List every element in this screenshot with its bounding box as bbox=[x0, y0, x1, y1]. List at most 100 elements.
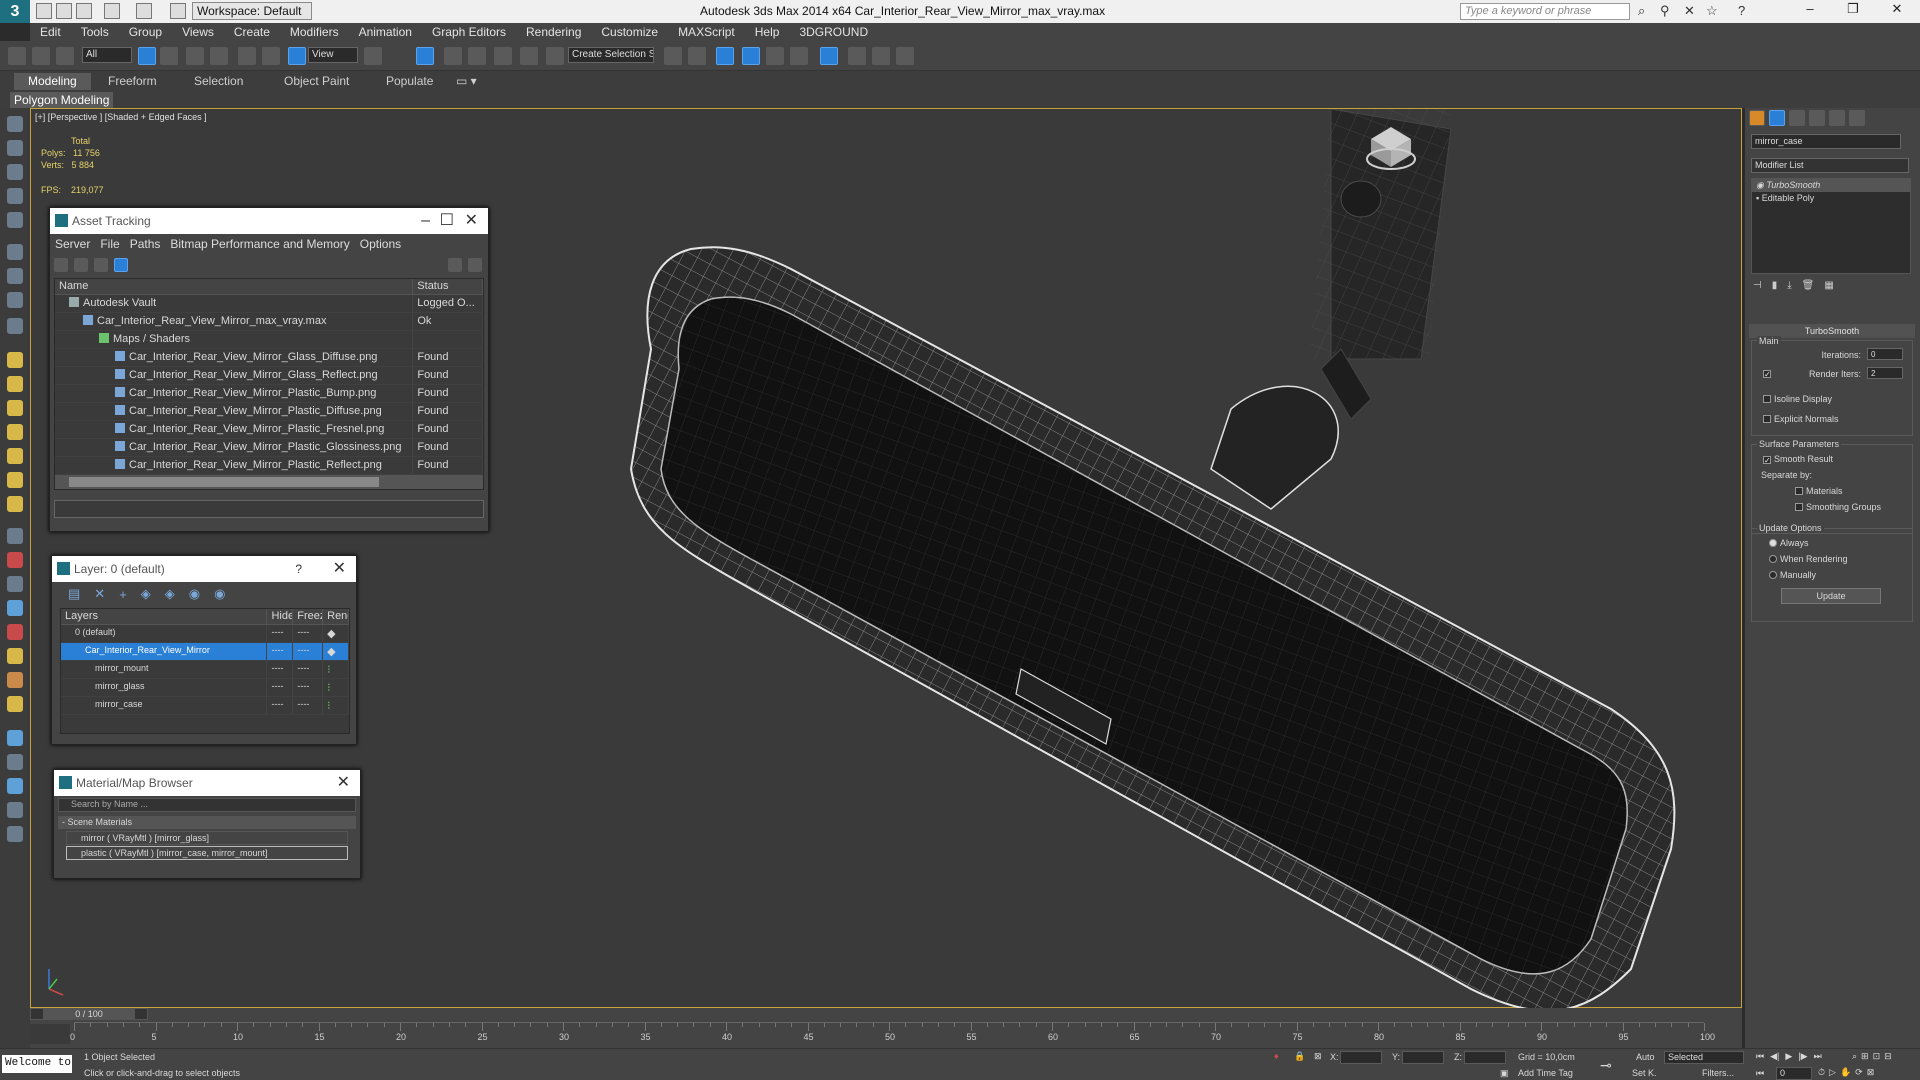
menu-options[interactable]: Options bbox=[355, 234, 406, 254]
update-button[interactable]: Update bbox=[1781, 588, 1881, 604]
pan-icon[interactable]: ✋ bbox=[1840, 1067, 1851, 1078]
table-row[interactable]: Car_Interior_Rear_View_Mirror_Plastic_Re… bbox=[55, 457, 483, 475]
render-toggle-icon[interactable]: ◆ bbox=[323, 625, 349, 642]
table-row[interactable]: 0 (default) ---- ---- ◆ bbox=[61, 625, 349, 643]
smooth-result-option[interactable]: ✓ Smooth Result bbox=[1763, 454, 1833, 465]
rendered-frame-window-icon[interactable] bbox=[872, 47, 890, 65]
make-unique-icon[interactable]: ⤓ bbox=[1787, 280, 1791, 291]
motion-icon[interactable] bbox=[7, 212, 23, 228]
material-search-input[interactable]: Search by Name ... bbox=[58, 798, 356, 812]
track-bar-toggle-icon[interactable] bbox=[30, 1024, 70, 1044]
render-toggle-icon[interactable]: ⁝ bbox=[323, 661, 349, 678]
current-frame-field[interactable]: 0 bbox=[1776, 1067, 1812, 1080]
column-status[interactable]: Status bbox=[413, 279, 483, 294]
light-icon[interactable] bbox=[7, 472, 23, 488]
time-config-icon[interactable]: ⏱ bbox=[1818, 1067, 1825, 1078]
minimize-button[interactable]: – bbox=[1795, 1, 1825, 21]
column-name[interactable]: Name bbox=[55, 279, 414, 294]
next-frame-icon[interactable]: |▶ bbox=[1798, 1051, 1807, 1062]
keyword-search-input[interactable]: Type a keyword or phrase bbox=[1460, 3, 1630, 20]
scene-explorer-icon[interactable] bbox=[7, 600, 23, 616]
perspective-viewport[interactable]: [+] [Perspective ] [Shaded + Edged Faces… bbox=[30, 108, 1742, 1009]
key-filter-select[interactable]: Selected bbox=[1664, 1051, 1744, 1064]
menu-tools[interactable]: Tools bbox=[71, 23, 119, 41]
modify-panel-icon[interactable] bbox=[7, 164, 23, 180]
menu-server[interactable]: Server bbox=[50, 234, 95, 254]
favorites-star-icon[interactable]: ☆ bbox=[1706, 3, 1718, 19]
view-icon[interactable] bbox=[7, 730, 23, 746]
zoom-extents-icon[interactable]: ⊡ bbox=[1873, 1051, 1881, 1062]
rotate-icon[interactable] bbox=[262, 47, 280, 65]
cylinder-primitive-icon[interactable] bbox=[7, 400, 23, 416]
y-coordinate-field[interactable] bbox=[1402, 1051, 1444, 1064]
snaps-toggle-icon[interactable] bbox=[444, 47, 462, 65]
delete-layer-icon[interactable]: ✕ bbox=[94, 586, 105, 602]
table-row[interactable]: Autodesk Vault Logged O... bbox=[55, 295, 483, 313]
select-object-icon[interactable] bbox=[138, 47, 156, 65]
refresh-icon[interactable] bbox=[54, 258, 68, 272]
close-icon[interactable]: ✕ bbox=[333, 556, 346, 582]
zoom-extents-all-icon[interactable]: ⊟ bbox=[1884, 1051, 1892, 1062]
x-coordinate-field[interactable] bbox=[1340, 1051, 1382, 1064]
previous-frame-icon[interactable]: ◀| bbox=[1770, 1051, 1779, 1062]
time-slider[interactable]: 0 / 100 bbox=[30, 1008, 148, 1020]
menu-help[interactable]: Help bbox=[745, 23, 790, 41]
window-crossing-icon[interactable] bbox=[210, 47, 228, 65]
scale-icon[interactable] bbox=[288, 47, 306, 65]
menu-paths[interactable]: Paths bbox=[125, 234, 166, 254]
asset-tracking-icon[interactable] bbox=[7, 802, 23, 818]
ribbon-options-icon[interactable]: ▭ ▾ bbox=[452, 73, 481, 90]
panel-maximize-icon[interactable]: ☐ bbox=[440, 208, 454, 234]
horizontal-scrollbar[interactable] bbox=[55, 475, 483, 489]
asset-settings-icon[interactable] bbox=[468, 258, 482, 272]
menu-animation[interactable]: Animation bbox=[349, 23, 422, 41]
named-selection-set-select[interactable]: Create Selection Se bbox=[568, 47, 654, 63]
stack-item-turbosmooth[interactable]: ◉ TurboSmooth bbox=[1752, 179, 1910, 192]
particle-icon[interactable] bbox=[7, 624, 23, 640]
render-toggle-icon[interactable]: ◆ bbox=[323, 643, 350, 660]
binoculars-icon[interactable]: ⌕ bbox=[1638, 3, 1645, 19]
lock-selection-icon[interactable]: 🔒 bbox=[1294, 1051, 1305, 1062]
menu-modifiers[interactable]: Modifiers bbox=[280, 23, 349, 41]
utilities-tab-icon[interactable] bbox=[1849, 110, 1865, 126]
schematic-view-icon[interactable] bbox=[790, 47, 808, 65]
tab-populate[interactable]: Populate bbox=[372, 73, 447, 90]
key-mode-icon[interactable]: ⏮ bbox=[1756, 1068, 1764, 1079]
column-layers[interactable]: Layers bbox=[61, 609, 268, 624]
close-icon[interactable]: ✕ bbox=[337, 770, 350, 796]
key-filters-button[interactable]: Filters... bbox=[1702, 1068, 1734, 1078]
create-layer-icon[interactable]: ▤ bbox=[68, 586, 80, 602]
table-row[interactable]: mirror_mount ---- ---- ⁝ bbox=[61, 661, 349, 679]
sphere-primitive-icon[interactable] bbox=[7, 376, 23, 392]
mirror-icon[interactable] bbox=[664, 47, 682, 65]
space-warp-icon[interactable] bbox=[7, 528, 23, 544]
zoom-all-icon[interactable]: ⊞ bbox=[1861, 1051, 1869, 1062]
open-file-icon[interactable] bbox=[56, 3, 72, 19]
help-circle-icon[interactable] bbox=[7, 826, 23, 842]
box-primitive-icon[interactable] bbox=[7, 352, 23, 368]
save-file-icon[interactable] bbox=[76, 3, 92, 19]
column-hide[interactable]: Hide bbox=[267, 609, 294, 624]
absolute-mode-icon[interactable]: ⊠ bbox=[1314, 1051, 1322, 1062]
edit-named-selection-icon[interactable] bbox=[546, 47, 564, 65]
menu-bitmap-performance[interactable]: Bitmap Performance and Memory bbox=[165, 234, 354, 254]
menu-file[interactable]: File bbox=[95, 234, 124, 254]
render-toggle-icon[interactable]: ⁝ bbox=[323, 679, 349, 696]
geosphere-icon[interactable] bbox=[7, 496, 23, 512]
spinner-snap-icon[interactable] bbox=[520, 47, 538, 65]
table-row[interactable]: Car_Interior_Rear_View_Mirror_Plastic_Gl… bbox=[55, 439, 483, 457]
table-row[interactable]: Car_Interior_Rear_View_Mirror_Plastic_Bu… bbox=[55, 385, 483, 403]
materials-option[interactable]: Materials bbox=[1795, 486, 1843, 496]
hair-icon[interactable] bbox=[7, 672, 23, 688]
close-window-button[interactable]: ✕ bbox=[1882, 1, 1912, 21]
configure-modifier-sets-icon[interactable]: ▦ bbox=[1824, 280, 1833, 291]
layer-explorer-icon[interactable] bbox=[716, 47, 734, 65]
table-row[interactable]: Maps / Shaders bbox=[55, 331, 483, 349]
add-to-layer-icon[interactable]: + bbox=[119, 587, 127, 602]
pivot-center-icon[interactable] bbox=[364, 47, 382, 65]
table-row[interactable]: Car_Interior_Rear_View_Mirror_Glass_Diff… bbox=[55, 349, 483, 367]
render-icon[interactable] bbox=[7, 318, 23, 334]
highlight-layer-icon[interactable]: ◈ bbox=[165, 586, 175, 602]
pin-stack-icon[interactable]: ⊣ bbox=[1753, 280, 1762, 291]
modifier-list-select[interactable]: Modifier List bbox=[1751, 158, 1909, 173]
